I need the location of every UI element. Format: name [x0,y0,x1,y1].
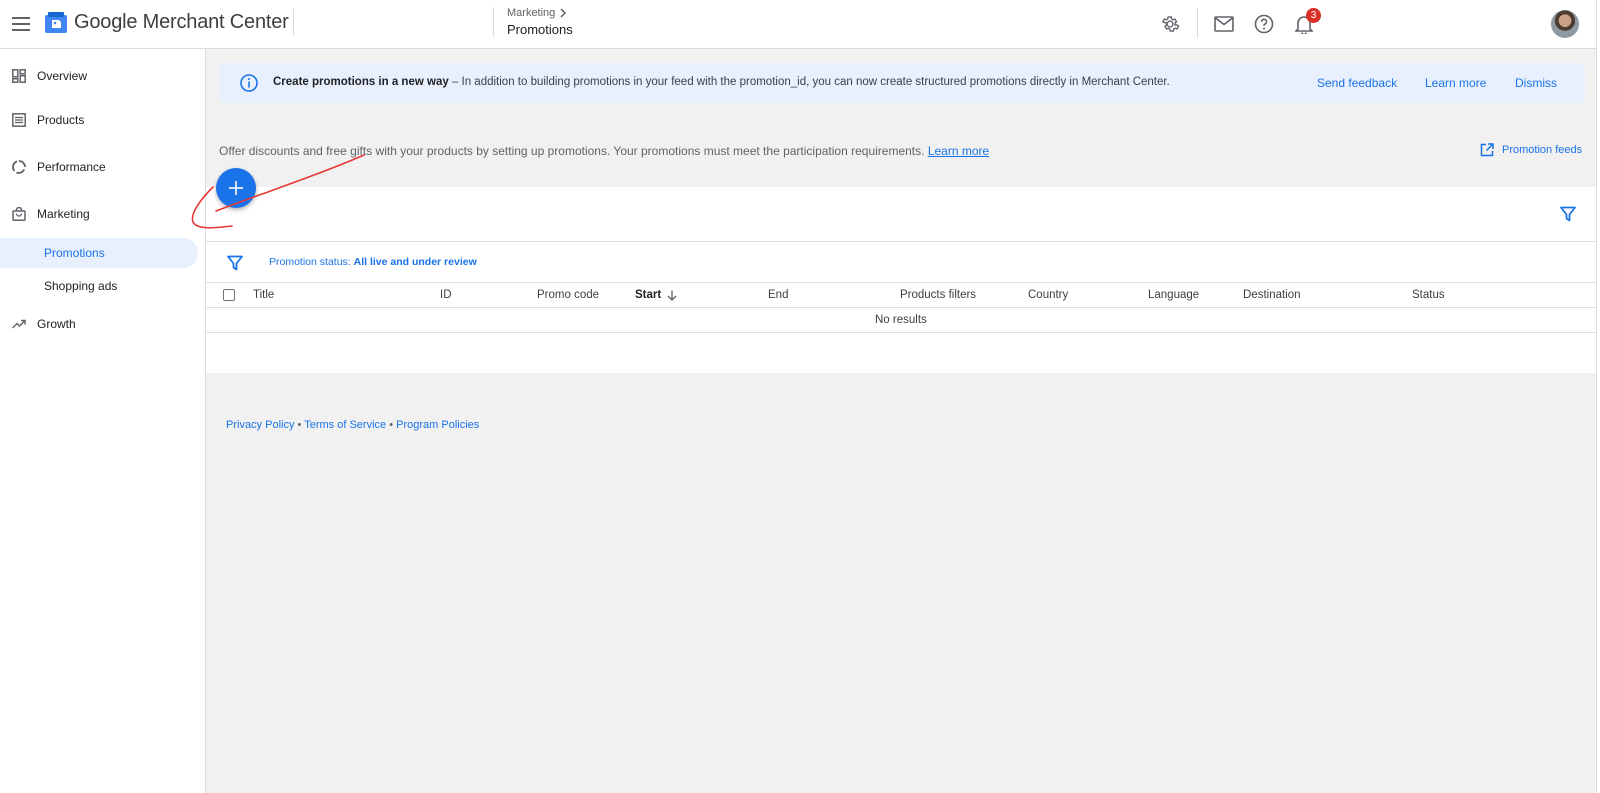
trending-up-icon [11,316,27,332]
app-title[interactable]: Google Merchant Center [74,11,289,34]
sidebar-item-label: Growth [37,317,76,331]
column-header-products-filters[interactable]: Products filters [900,289,976,301]
breadcrumb-parent-label: Marketing [507,7,556,19]
donut-chart-icon [11,159,27,175]
sidebar-item-label: Promotions [44,246,105,260]
sidebar-item-overview[interactable]: Overview [0,61,198,91]
privacy-policy-link[interactable]: Privacy Policy [226,419,294,431]
chevron-right-icon [560,8,567,18]
column-header-country[interactable]: Country [1028,289,1068,301]
send-feedback-link[interactable]: Send feedback [1317,76,1397,90]
toolbar-divider [206,241,1596,242]
promotions-table-card [206,187,1596,373]
main-menu-button[interactable] [8,11,34,37]
promotion-status-filter-chip[interactable]: Promotion status: All live and under rev… [269,256,477,268]
messages-button[interactable] [1212,12,1236,36]
help-icon [1254,14,1274,34]
column-header-start[interactable]: Start [635,289,677,301]
sidebar-item-growth[interactable]: Growth [0,309,198,339]
row-divider [206,332,1596,333]
banner-description: – In addition to building promotions in … [448,76,1170,88]
select-all-checkbox[interactable] [223,289,235,301]
plus-icon [229,181,243,195]
promotion-feeds-link[interactable]: Promotion feeds [1480,143,1582,157]
sidebar-item-promotions[interactable]: Promotions [0,238,198,268]
terms-of-service-link[interactable]: Terms of Service [304,419,386,431]
banner-text: Create promotions in a new way – In addi… [273,76,1170,88]
column-header-status[interactable]: Status [1412,289,1445,301]
active-filter-icon[interactable] [226,254,244,272]
banner-learn-more-link[interactable]: Learn more [1425,76,1486,90]
settings-button[interactable] [1158,12,1182,36]
column-header-language[interactable]: Language [1148,289,1199,301]
list-icon [11,112,27,128]
empty-state-text: No results [875,314,927,326]
top-app-bar: Google Merchant Center Marketing Promoti… [0,0,1600,49]
help-button[interactable] [1252,12,1276,36]
participation-learn-more-link[interactable]: Learn more [928,144,989,158]
sidebar-item-label: Products [37,113,85,127]
account-avatar[interactable] [1551,10,1579,38]
column-header-title[interactable]: Title [253,289,274,301]
filter-label: Promotion status: [269,256,354,268]
column-header-id[interactable]: ID [440,289,452,301]
shopping-bag-icon [11,206,27,222]
filter-value: All live and under review [353,256,477,268]
merchant-center-logo-icon [45,12,67,33]
footer-links: Privacy Policy • Terms of Service • Prog… [226,419,479,431]
dismiss-button[interactable]: Dismiss [1515,76,1557,90]
breadcrumb-divider [493,7,494,37]
sidebar-item-label: Shopping ads [44,279,118,293]
footer-separator: • [386,419,397,431]
banner-title: Create promotions in a new way [273,76,449,88]
column-header-destination[interactable]: Destination [1243,289,1301,301]
sidebar-item-label: Performance [37,160,106,174]
open-in-new-icon [1480,143,1494,157]
navigation-sidebar: Overview Products Performance Marketing … [0,49,206,793]
hand-drawn-annotation-mark [191,154,365,229]
promotions-description: Offer discounts and free gifts with your… [219,144,989,158]
sidebar-item-label: Marketing [37,207,90,221]
gear-icon [1161,16,1180,32]
page-scrollbar[interactable] [1596,0,1600,793]
mail-icon [1214,16,1234,32]
sidebar-item-performance[interactable]: Performance [0,152,198,182]
arrow-down-icon [667,290,677,301]
icons-divider [1197,8,1198,38]
column-header-end[interactable]: End [768,289,788,301]
notification-badge: 3 [1306,8,1321,23]
create-promotion-button[interactable] [216,168,256,208]
info-icon [240,74,258,92]
header-divider [293,9,294,36]
promotion-feeds-label: Promotion feeds [1502,144,1583,156]
promotions-description-text: Offer discounts and free gifts with your… [219,144,928,158]
sidebar-item-products[interactable]: Products [0,105,198,135]
header-divider [206,307,1596,308]
page-title: Promotions [507,22,573,37]
column-header-promo-code[interactable]: Promo code [537,289,599,301]
footer-separator: • [294,419,305,431]
sidebar-item-marketing[interactable]: Marketing [0,199,198,229]
program-policies-link[interactable]: Program Policies [396,419,479,431]
sidebar-item-shopping-ads[interactable]: Shopping ads [0,271,198,301]
filter-divider [206,282,1596,283]
announcement-banner: Create promotions in a new way – In addi… [219,63,1585,103]
breadcrumb-parent-link[interactable]: Marketing [507,7,567,19]
hamburger-menu-icon [12,17,30,31]
filter-icon[interactable] [1559,205,1577,223]
column-header-start-label: Start [635,289,662,301]
dashboard-icon [11,68,27,84]
sidebar-item-label: Overview [37,69,88,83]
